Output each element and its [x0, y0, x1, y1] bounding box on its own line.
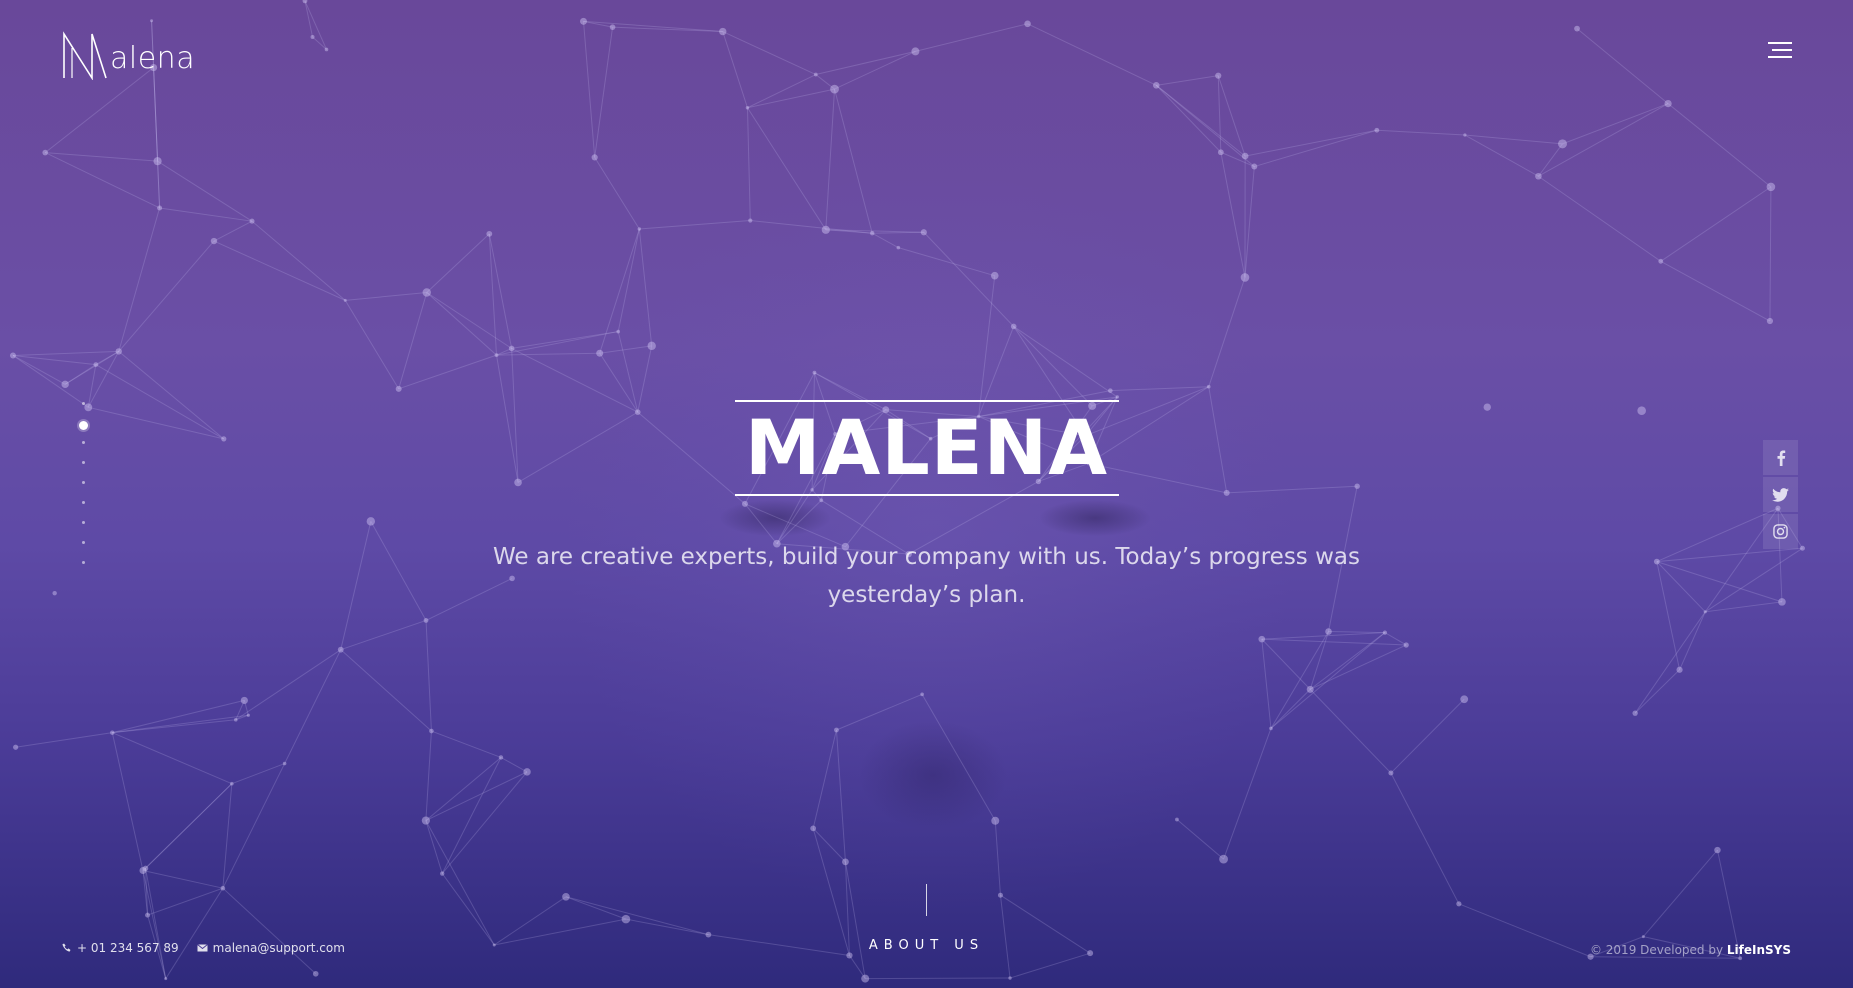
- title-bottom-rule: [734, 494, 1119, 496]
- mail-icon: [196, 944, 208, 952]
- hero-title-wrap: MALENA: [734, 392, 1119, 504]
- footer-copyright: © 2019 Developed by LifeInSYS: [1590, 943, 1791, 957]
- email-text: malena@support.com: [212, 941, 345, 955]
- logo-text: alena: [110, 41, 196, 76]
- hero-title: MALENA: [744, 403, 1109, 492]
- site-logo[interactable]: alena: [62, 30, 195, 80]
- developer-link[interactable]: LifeInSYS: [1727, 943, 1791, 957]
- phone-icon: [62, 943, 71, 952]
- about-us-link[interactable]: ABOUT US: [869, 938, 984, 953]
- hero-tagline: We are creative experts, build your comp…: [493, 544, 1360, 608]
- logo-m-icon: [63, 31, 107, 80]
- hero-section: MALENA We are creative experts, build yo…: [0, 392, 1853, 614]
- footer-contact: + 01 234 567 89 malena@support.com: [62, 941, 345, 955]
- footer-phone[interactable]: + 01 234 567 89: [62, 941, 179, 955]
- copyright-text: © 2019 Developed by: [1589, 943, 1727, 957]
- hamburger-menu-button[interactable]: [1762, 40, 1792, 62]
- phone-text: + 01 234 567 89: [77, 941, 179, 955]
- footer-email[interactable]: malena@support.com: [196, 941, 345, 955]
- scroll-line: [926, 884, 927, 916]
